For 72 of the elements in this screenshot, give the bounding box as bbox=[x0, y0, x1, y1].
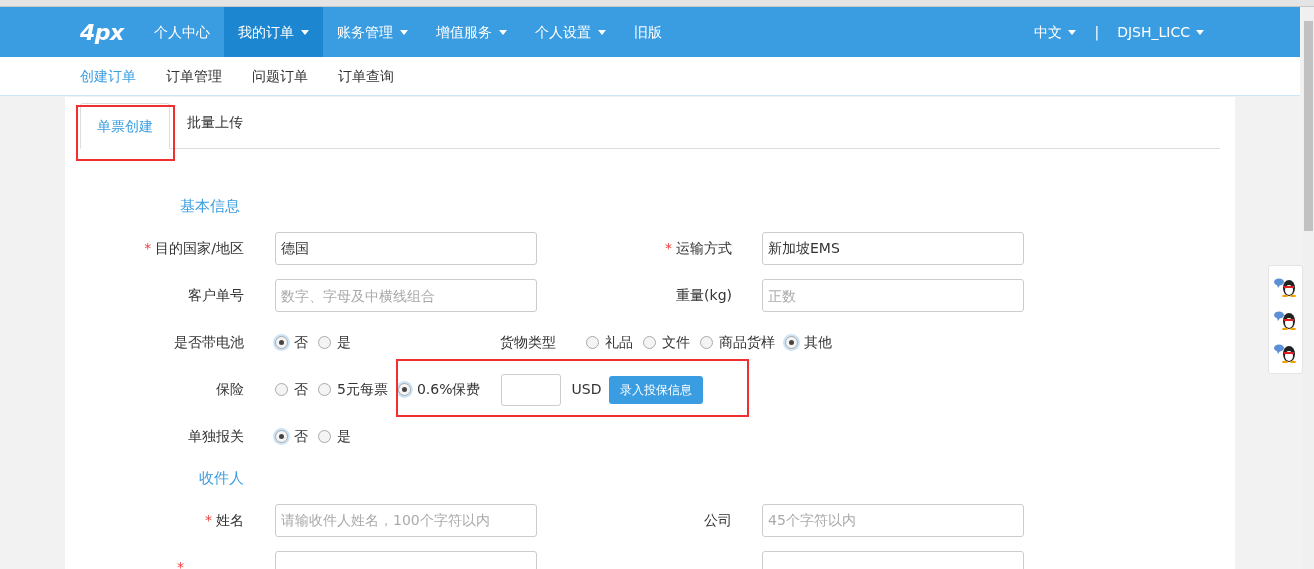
radio-button[interactable] bbox=[275, 336, 288, 349]
input-field[interactable]: 正数 bbox=[762, 279, 1024, 312]
radio-button[interactable] bbox=[785, 336, 798, 349]
radio-label: 文件 bbox=[662, 333, 690, 352]
radio-button[interactable] bbox=[318, 430, 331, 443]
caret-icon bbox=[1196, 29, 1204, 35]
amount-input[interactable] bbox=[500, 373, 561, 406]
caret-icon bbox=[597, 29, 606, 35]
caret-icon bbox=[300, 29, 309, 35]
caret-icon bbox=[399, 29, 408, 35]
field-label: 是否带电池 bbox=[174, 333, 244, 352]
required-asterisk: * bbox=[665, 239, 672, 258]
section-title: 收件人 bbox=[199, 467, 244, 489]
input-field[interactable]: 请输收件人姓名，100个字符以内 bbox=[275, 503, 537, 537]
field-label: 目的国家/地区 bbox=[155, 239, 244, 258]
required-asterisk: * bbox=[177, 557, 184, 569]
field-label: 单独报关 bbox=[188, 427, 244, 446]
radio-button[interactable] bbox=[275, 430, 288, 443]
radio-label: 其他 bbox=[804, 333, 832, 352]
nav-item[interactable]: 我的订单 bbox=[223, 7, 323, 57]
nav-item[interactable]: 账务管理 bbox=[322, 7, 422, 57]
radio-button[interactable] bbox=[700, 336, 713, 349]
radio-label: 是 bbox=[337, 333, 351, 352]
chat-penguin-icon[interactable] bbox=[1273, 342, 1298, 363]
scrollbar-thumb[interactable] bbox=[1304, 21, 1313, 231]
input-field[interactable]: 45个字符以内 bbox=[762, 503, 1024, 537]
radio-label: 是 bbox=[337, 427, 351, 446]
radio-button[interactable] bbox=[586, 336, 599, 349]
radio-button[interactable] bbox=[643, 336, 656, 349]
radio-button[interactable] bbox=[318, 383, 331, 396]
radio-label: 商品货样 bbox=[719, 333, 775, 352]
user-dropdown[interactable]: DJSH_LICC bbox=[1117, 21, 1204, 43]
logo[interactable]: 4px bbox=[80, 15, 124, 49]
nav-item[interactable]: 增值服务 bbox=[421, 7, 521, 57]
radio-label: 否 bbox=[294, 333, 308, 352]
sub-nav-link[interactable]: 订单管理 bbox=[166, 65, 222, 87]
chat-penguin-icon[interactable] bbox=[1273, 276, 1298, 297]
radio-label: 0.6%保费 bbox=[416, 380, 481, 399]
field-label: 保险 bbox=[216, 380, 244, 399]
input-field[interactable]: 数字、字母及中横线组合 bbox=[275, 279, 537, 312]
input-field[interactable]: 新加坡EMS bbox=[762, 232, 1024, 265]
tab[interactable]: 单票创建 bbox=[80, 103, 170, 149]
language-dropdown[interactable]: 中文 bbox=[1034, 21, 1077, 43]
field-label: 客户单号 bbox=[188, 286, 244, 305]
sub-nav-link[interactable]: 创建订单 bbox=[80, 65, 136, 87]
section-title: 基本信息 bbox=[180, 196, 240, 217]
separator: | bbox=[1094, 22, 1100, 43]
radio-label: 否 bbox=[294, 427, 308, 446]
caret-icon bbox=[1068, 29, 1077, 35]
radio-button[interactable] bbox=[275, 383, 288, 396]
required-asterisk: * bbox=[144, 239, 152, 258]
nav-item[interactable]: 旧版 bbox=[619, 7, 676, 57]
nav-item[interactable]: 个人中心 bbox=[139, 7, 224, 57]
tab[interactable]: 批量上传 bbox=[170, 102, 260, 148]
sub-nav-link[interactable]: 订单查询 bbox=[338, 65, 394, 87]
radio-label: 礼品 bbox=[605, 333, 633, 352]
radio-button[interactable] bbox=[318, 336, 331, 349]
insurance-info-button[interactable]: 录入投保信息 bbox=[609, 375, 704, 404]
field-label: 公司 bbox=[704, 510, 732, 530]
radio-label: 5元每票 bbox=[337, 380, 388, 399]
required-asterisk: * bbox=[205, 510, 212, 530]
field-label: 重量(kg) bbox=[676, 286, 732, 305]
caret-icon bbox=[498, 29, 507, 35]
radio-label: 否 bbox=[294, 380, 308, 399]
currency-label: USD bbox=[571, 380, 602, 399]
field-label: 运输方式 bbox=[676, 239, 732, 258]
field-label: 货物类型 bbox=[500, 333, 556, 352]
nav-item[interactable]: 个人设置 bbox=[520, 7, 620, 57]
chat-penguin-icon[interactable] bbox=[1273, 309, 1298, 330]
input-field[interactable]: 德国 bbox=[275, 232, 537, 265]
sub-nav-link[interactable]: 问题订单 bbox=[252, 65, 308, 87]
field-label: 姓名 bbox=[216, 510, 244, 530]
